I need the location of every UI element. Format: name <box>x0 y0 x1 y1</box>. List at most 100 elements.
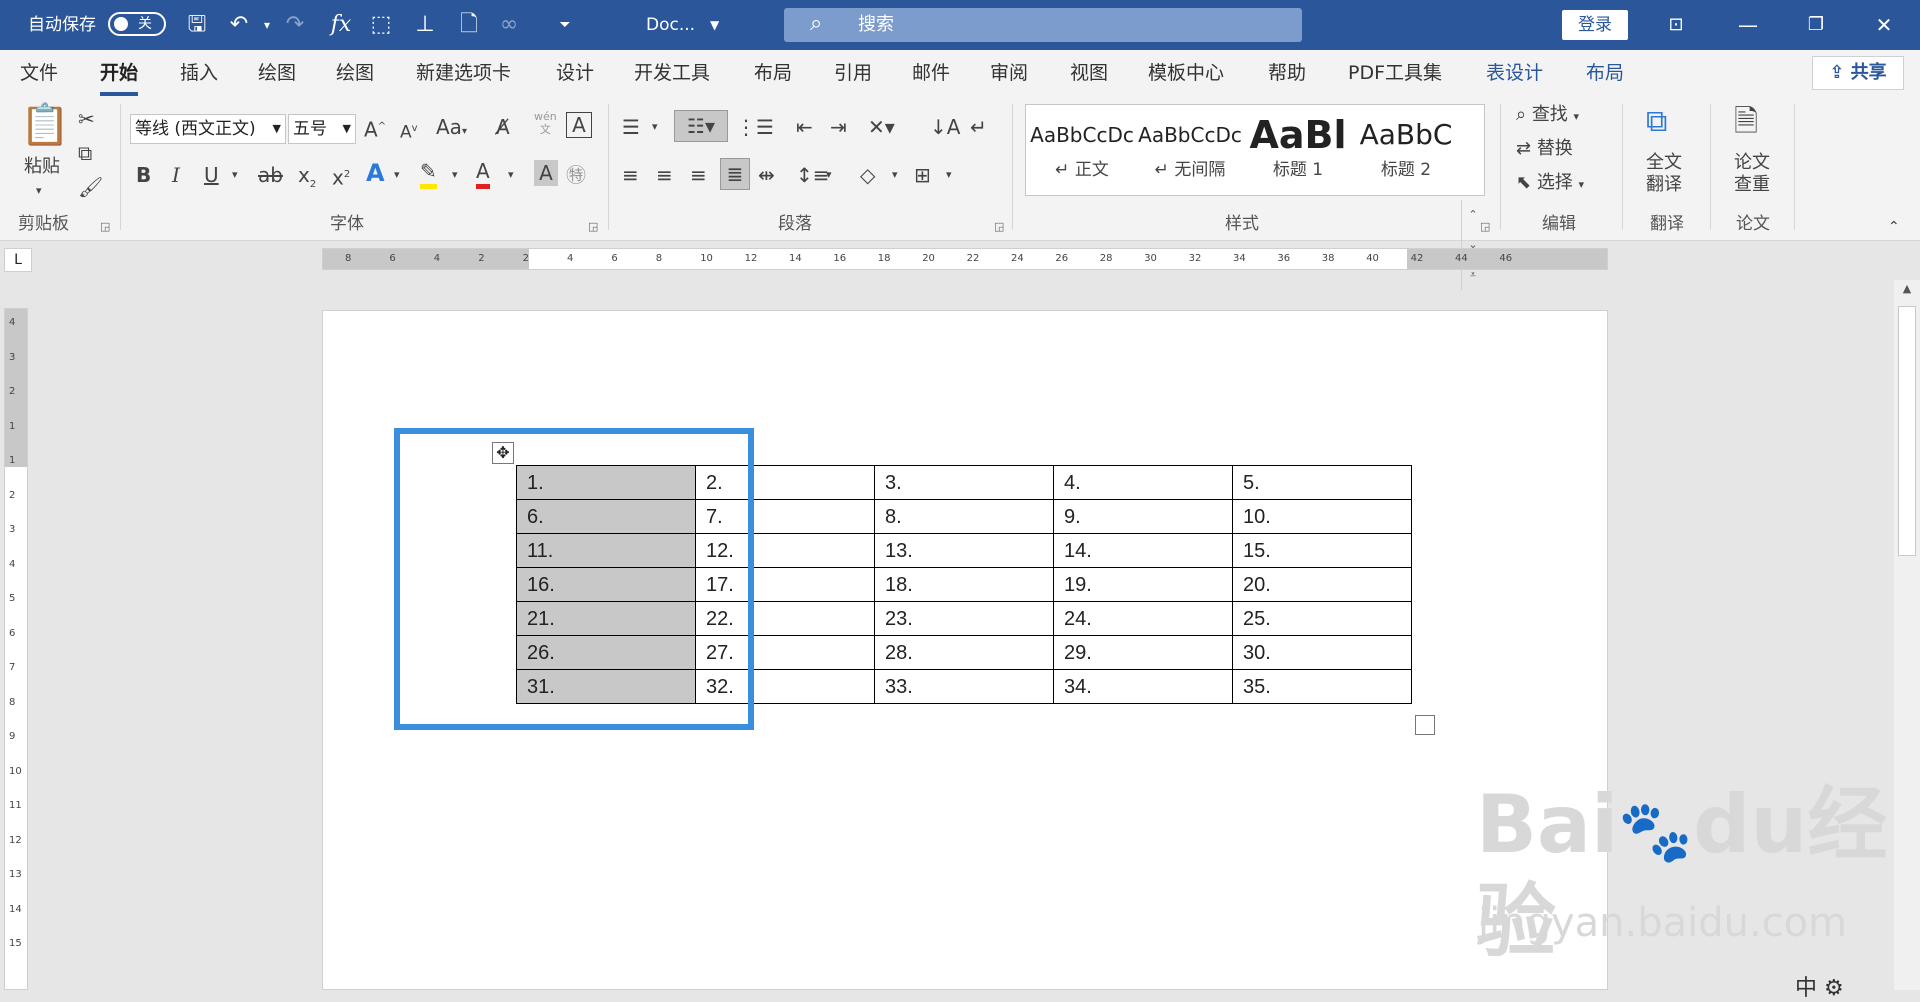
tab-help[interactable]: 帮助 <box>1268 60 1306 86</box>
org-chart-icon[interactable]: ⊥ <box>410 10 440 40</box>
table-cell[interactable]: 20. <box>1232 567 1412 602</box>
undo-dropdown-icon[interactable]: ▾ <box>252 10 282 40</box>
character-shading-icon[interactable]: A <box>534 160 558 186</box>
restore-icon[interactable]: ❐ <box>1796 8 1836 42</box>
decrease-indent-icon[interactable]: ⇤ <box>796 114 813 140</box>
chinese-layout-icon[interactable]: ✕▾ <box>868 114 895 140</box>
font-family-dropdown[interactable]: 等线 (西文正文) ▼ <box>130 114 286 144</box>
table-resize-handle[interactable] <box>1415 715 1435 735</box>
underline-icon[interactable]: U <box>204 162 219 188</box>
minimize-icon[interactable]: — <box>1728 8 1768 42</box>
tab-developer[interactable]: 开发工具 <box>634 60 710 86</box>
tab-layout[interactable]: 布局 <box>754 60 792 86</box>
customize-toolbar-icon[interactable]: ⏷ <box>550 10 580 40</box>
bold-icon[interactable]: B <box>136 162 151 188</box>
redo-icon[interactable]: ↷ <box>280 10 310 40</box>
style-normal[interactable]: AaBbCcDc ↵ 正文 <box>1028 111 1136 181</box>
increase-indent-icon[interactable]: ⇥ <box>830 114 847 140</box>
font-size-dropdown[interactable]: 五号 ▼ <box>288 114 356 144</box>
tab-mailings[interactable]: 邮件 <box>912 60 950 86</box>
subscript-icon[interactable]: x2 <box>298 162 316 198</box>
line-spacing-dropdown-icon[interactable]: ▾ <box>826 162 832 188</box>
select-objects-icon[interactable]: ⬚ <box>366 10 396 40</box>
table-cell[interactable]: 10. <box>1232 499 1412 534</box>
distributed-icon[interactable]: ⇹ <box>758 162 775 188</box>
table-cell[interactable]: 13. <box>874 533 1054 568</box>
italic-icon[interactable]: I <box>172 162 180 188</box>
tab-draw-2[interactable]: 绘图 <box>336 60 374 86</box>
tab-insert[interactable]: 插入 <box>180 60 218 86</box>
cut-icon[interactable]: ✂ <box>78 106 95 132</box>
table-cell[interactable]: 15. <box>1232 533 1412 568</box>
text-effects-dropdown-icon[interactable]: ▾ <box>394 162 400 188</box>
bullets-dropdown-icon[interactable]: ▾ <box>652 114 658 140</box>
table-cell[interactable]: 19. <box>1053 567 1233 602</box>
paper-check-icon[interactable]: 🗎 <box>1734 102 1758 142</box>
justify-icon[interactable]: ≣ <box>720 158 750 190</box>
style-heading-2[interactable]: AaBbC 标题 2 <box>1352 111 1460 181</box>
bullets-icon[interactable]: ☰ <box>622 114 640 140</box>
table-cell[interactable]: 18. <box>874 567 1054 602</box>
clear-formatting-icon[interactable]: A̸ <box>496 114 510 140</box>
tab-selector[interactable]: L <box>4 248 32 272</box>
search-box[interactable]: ⌕ 搜索 <box>784 8 1302 42</box>
text-effects-icon[interactable]: A <box>366 160 385 186</box>
tab-new-tab[interactable]: 新建选项卡 <box>416 60 511 86</box>
full-translate-button[interactable]: 全文 翻译 <box>1646 152 1682 196</box>
line-spacing-icon[interactable]: ↕≡ <box>796 162 830 188</box>
table-cell[interactable]: 8. <box>874 499 1054 534</box>
document-title[interactable]: Doc... <box>646 12 695 38</box>
font-color-dropdown-icon[interactable]: ▾ <box>508 162 514 188</box>
highlight-dropdown-icon[interactable]: ▾ <box>452 162 458 188</box>
styles-launcher-icon[interactable]: ◲ <box>1480 220 1490 233</box>
tab-pdf-tools[interactable]: PDF工具集 <box>1348 60 1442 86</box>
collapse-ribbon-icon[interactable]: ⌃ <box>1888 214 1900 240</box>
enclose-characters-icon[interactable]: ㊕ <box>566 162 586 188</box>
close-icon[interactable]: ✕ <box>1864 8 1904 42</box>
ribbon-display-icon[interactable]: ⊡ <box>1656 8 1696 42</box>
align-left-icon[interactable]: ≡ <box>622 162 639 188</box>
paste-label[interactable]: 粘贴 <box>24 154 60 180</box>
phonetic-guide-icon[interactable]: wén 文 <box>534 110 557 136</box>
find-button[interactable]: ⌕ 查找 ▾ <box>1516 102 1579 130</box>
copy-icon[interactable]: ⧉ <box>78 140 92 166</box>
sort-icon[interactable]: ↓A <box>930 114 960 140</box>
translate-icon[interactable]: ⧉ <box>1646 102 1667 142</box>
table-cell[interactable]: 28. <box>874 635 1054 670</box>
borders-dropdown-icon[interactable]: ▾ <box>946 162 952 188</box>
table-cell[interactable]: 9. <box>1053 499 1233 534</box>
grow-font-icon[interactable]: A^ <box>364 114 386 143</box>
vertical-ruler[interactable]: 4 3 2 1 1 2 3 4 5 6 7 8 9 10 11 12 13 14 15 <box>4 308 28 990</box>
tab-review[interactable]: 审阅 <box>990 60 1028 86</box>
tab-home[interactable]: 开始 <box>100 60 139 96</box>
login-button[interactable]: 登录 <box>1562 10 1628 40</box>
replace-button[interactable]: ⇄ 替换 <box>1516 136 1573 162</box>
table-cell[interactable]: 30. <box>1232 635 1412 670</box>
table-cell[interactable]: 4. <box>1053 465 1233 500</box>
shading-icon[interactable]: ◇ <box>860 162 875 188</box>
table-cell[interactable]: 23. <box>874 601 1054 636</box>
scroll-up-icon[interactable]: ▲ <box>1894 282 1920 295</box>
document-icon[interactable]: 🗋 <box>454 10 484 40</box>
font-color-icon[interactable]: A <box>476 158 490 189</box>
paste-dropdown-icon[interactable]: ▾ <box>36 178 42 204</box>
title-dropdown-icon[interactable]: ▼ <box>710 12 719 38</box>
underline-dropdown-icon[interactable]: ▾ <box>232 162 238 188</box>
paragraph-launcher-icon[interactable]: ◲ <box>994 220 1004 233</box>
tab-draw[interactable]: 绘图 <box>258 60 296 86</box>
align-right-icon[interactable]: ≡ <box>690 162 707 188</box>
table-cell[interactable]: 29. <box>1053 635 1233 670</box>
tab-table-layout[interactable]: 布局 <box>1586 60 1624 86</box>
style-no-spacing[interactable]: AaBbCcDc ↵ 无间隔 <box>1136 111 1244 181</box>
undo-icon[interactable]: ↶ <box>224 10 254 40</box>
strikethrough-icon[interactable]: ab <box>258 162 283 188</box>
select-button[interactable]: ⬉ 选择 ▾ <box>1516 170 1584 198</box>
tab-view[interactable]: 视图 <box>1070 60 1108 86</box>
save-icon[interactable]: 🖫 <box>182 10 212 40</box>
show-marks-icon[interactable]: ↵ <box>970 114 987 140</box>
share-button[interactable]: ⇪ 共享 <box>1812 56 1904 90</box>
tab-table-design[interactable]: 表设计 <box>1486 60 1543 86</box>
scroll-thumb[interactable] <box>1898 306 1916 556</box>
tab-template-center[interactable]: 模板中心 <box>1148 60 1224 86</box>
shading-dropdown-icon[interactable]: ▾ <box>892 162 898 188</box>
